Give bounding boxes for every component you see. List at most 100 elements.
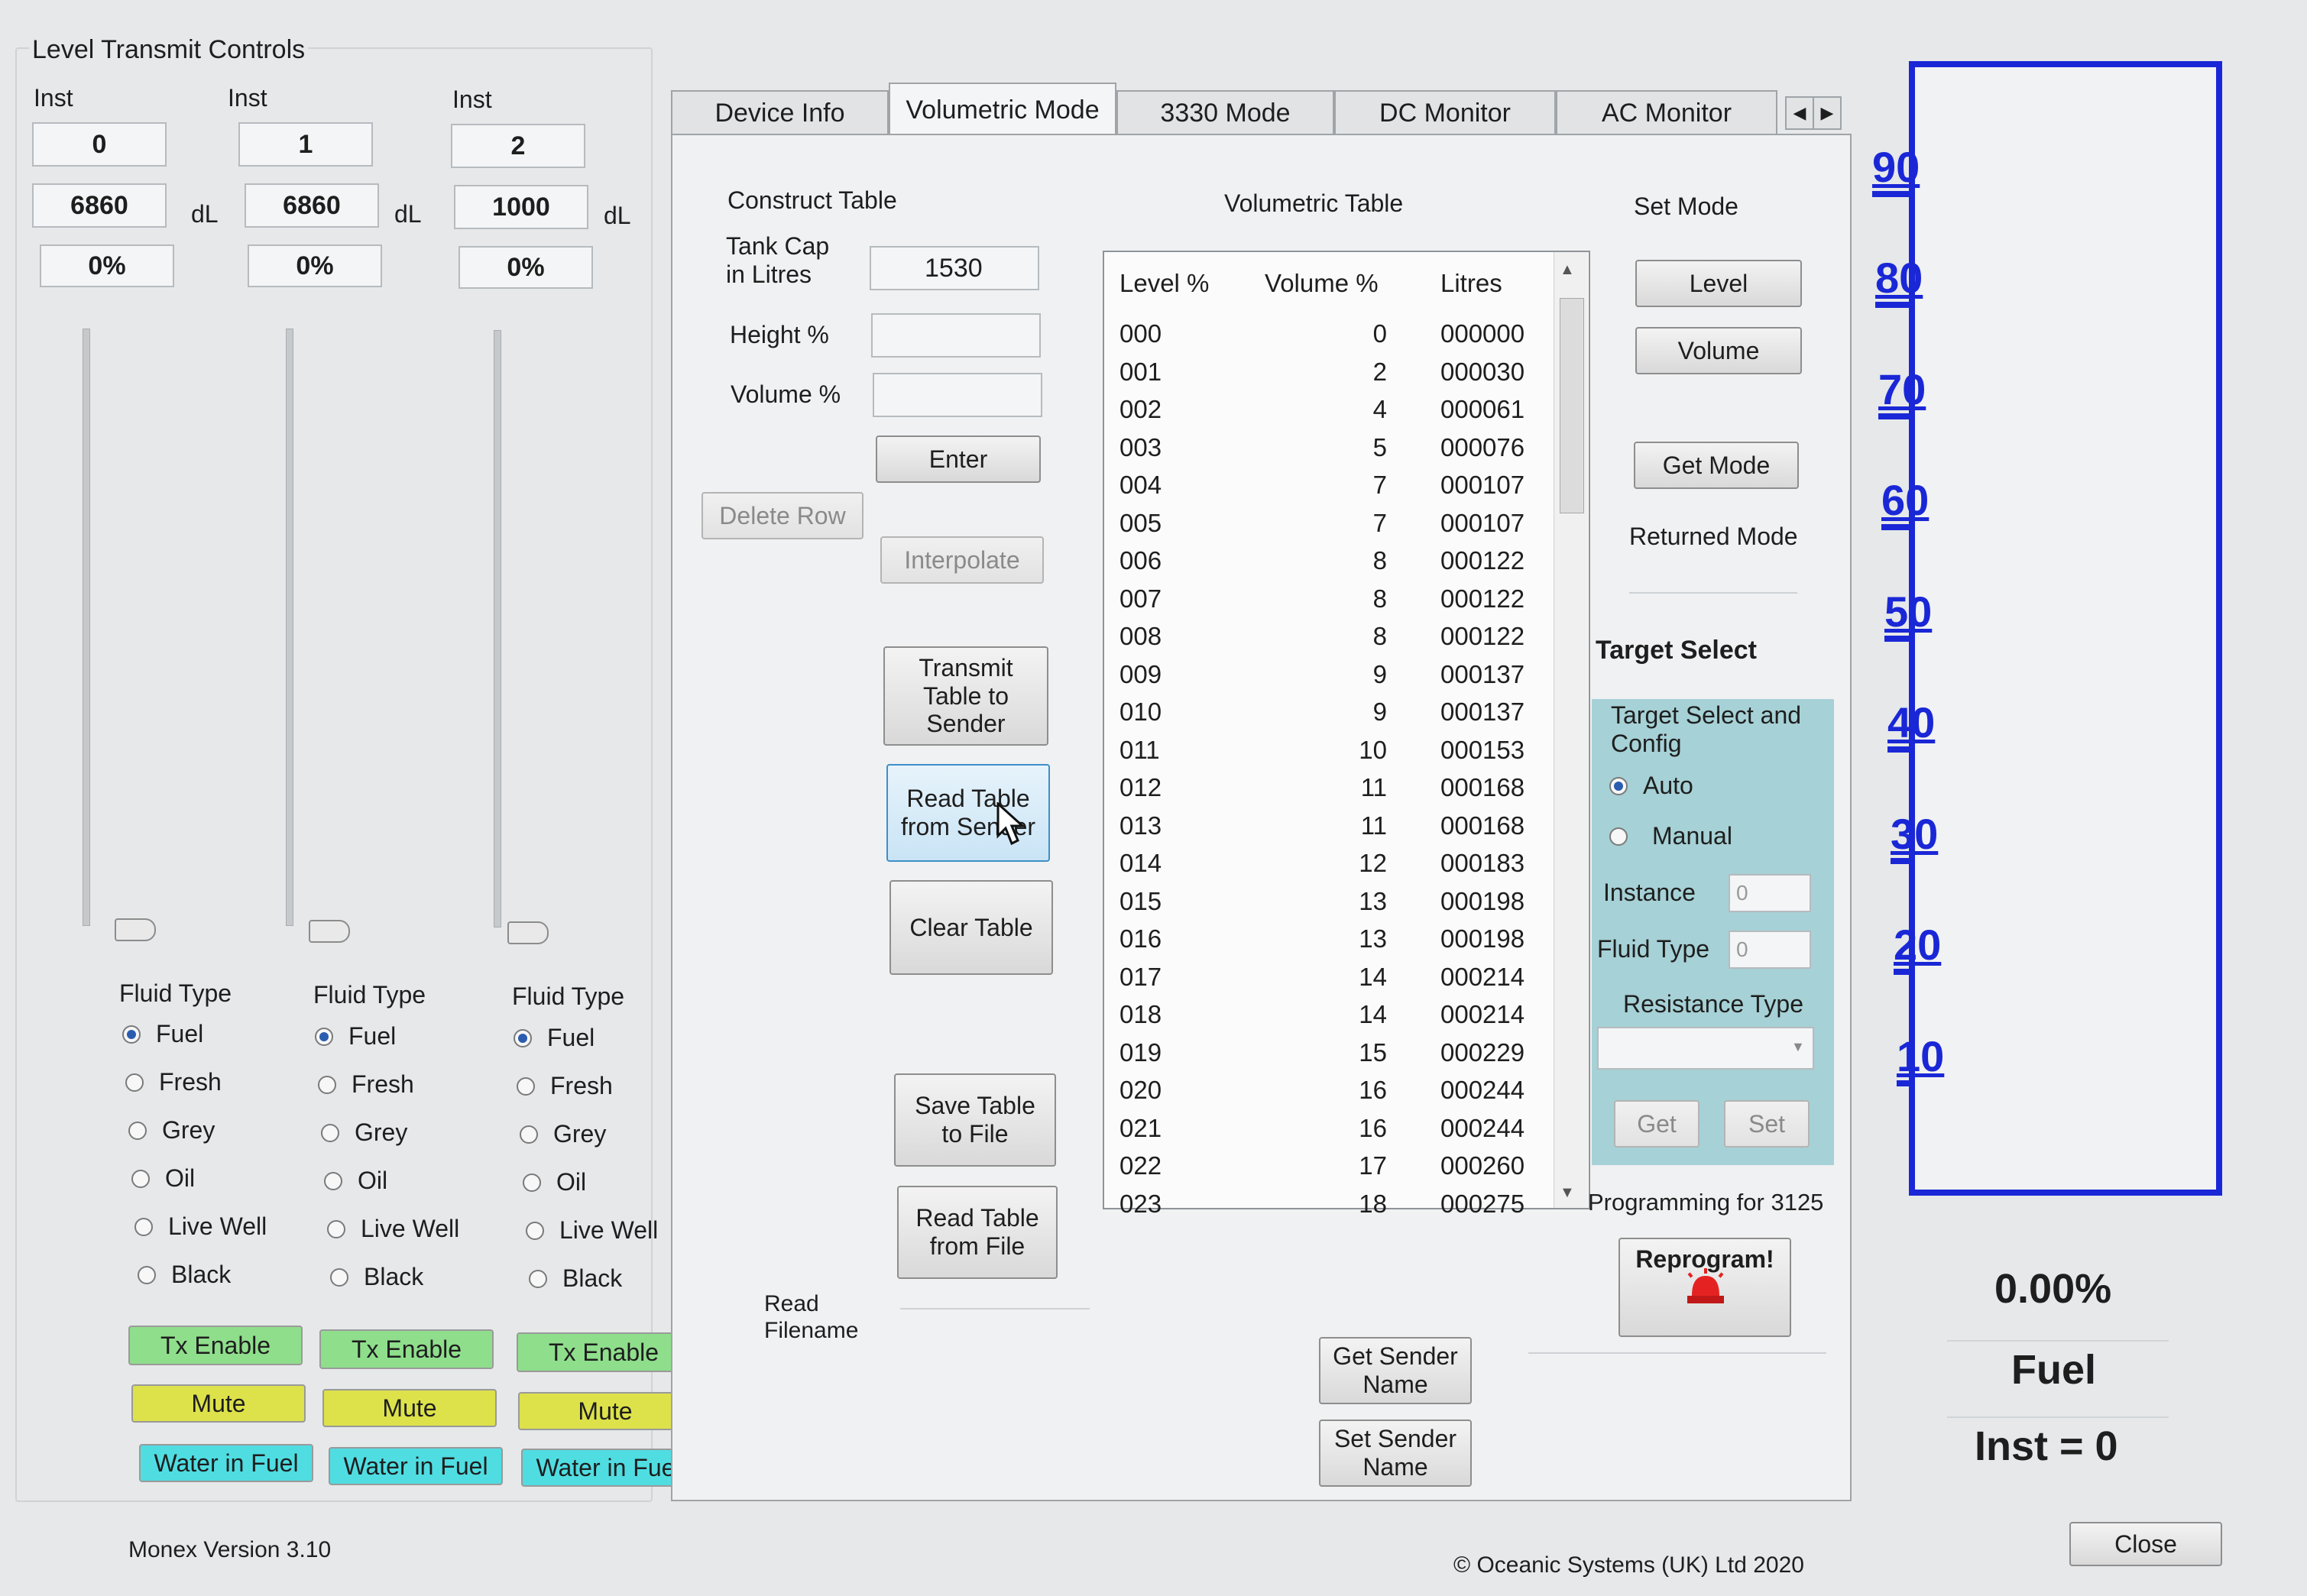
table-row[interactable]: 022 17 000260 xyxy=(1119,1151,1547,1189)
clear-table-button[interactable]: Clear Table xyxy=(889,880,1053,975)
transmit-table-button[interactable]: Transmit Table to Sender xyxy=(883,646,1048,746)
read-table-from-file-button[interactable]: Read Table from File xyxy=(897,1186,1058,1279)
table-row[interactable]: 019 15 000229 xyxy=(1119,1038,1547,1076)
tab-device-info[interactable]: Device Info xyxy=(671,90,889,134)
table-row[interactable]: 001 2 000030 xyxy=(1119,358,1547,395)
fluid-radio-2-fuel[interactable]: Fuel xyxy=(514,1024,595,1052)
mute-button-1[interactable]: Mute xyxy=(322,1389,497,1427)
radio-dot[interactable] xyxy=(125,1073,144,1092)
radio-dot[interactable] xyxy=(529,1269,547,1288)
water-in-fuel-button-0[interactable]: Water in Fuel xyxy=(139,1444,313,1482)
table-row[interactable]: 004 7 000107 xyxy=(1119,471,1547,508)
table-row[interactable]: 013 11 000168 xyxy=(1119,811,1547,849)
fluid-radio-0-live-well[interactable]: Live Well xyxy=(134,1212,267,1241)
fluid-radio-0-grey[interactable]: Grey xyxy=(128,1116,215,1144)
table-row[interactable]: 021 16 000244 xyxy=(1119,1114,1547,1151)
table-row[interactable]: 009 9 000137 xyxy=(1119,660,1547,698)
tank-cap-input[interactable]: 1530 xyxy=(870,246,1039,290)
level-slider-thumb-0[interactable] xyxy=(115,918,156,941)
radio-dot[interactable] xyxy=(327,1219,345,1238)
fluid-type-stepper[interactable]: 0 xyxy=(1729,931,1811,969)
close-button[interactable]: Close xyxy=(2069,1522,2222,1566)
tab-volumetric-mode[interactable]: Volumetric Mode xyxy=(889,83,1116,136)
save-table-to-file-button[interactable]: Save Table to File xyxy=(894,1073,1056,1167)
tab-dc-monitor[interactable]: DC Monitor xyxy=(1334,90,1556,134)
level-mode-button[interactable]: Level xyxy=(1635,260,1802,307)
water-in-fuel-button-1[interactable]: Water in Fuel xyxy=(329,1447,503,1485)
fluid-radio-0-fresh[interactable]: Fresh xyxy=(125,1068,222,1096)
radio-dot[interactable] xyxy=(128,1121,147,1140)
scroll-down-icon[interactable]: ▼ xyxy=(1560,1184,1575,1202)
table-row[interactable]: 014 12 000183 xyxy=(1119,849,1547,886)
radio-dot[interactable] xyxy=(138,1265,156,1284)
tx-enable-button-2[interactable]: Tx Enable xyxy=(517,1332,691,1372)
manual-radio-dot[interactable] xyxy=(1609,827,1628,846)
fluid-radio-1-fuel[interactable]: Fuel xyxy=(315,1022,396,1051)
table-row[interactable]: 016 13 000198 xyxy=(1119,924,1547,962)
scrollbar-thumb[interactable] xyxy=(1560,298,1584,513)
auto-radio[interactable]: Auto xyxy=(1609,772,1693,800)
level-slider-track-1[interactable] xyxy=(286,329,293,926)
radio-dot[interactable] xyxy=(526,1221,544,1240)
get-mode-button[interactable]: Get Mode xyxy=(1634,442,1799,489)
table-row[interactable]: 023 18 000275 xyxy=(1119,1190,1547,1227)
radio-dot[interactable] xyxy=(134,1217,153,1236)
fluid-radio-2-live-well[interactable]: Live Well xyxy=(526,1216,658,1245)
level-slider-thumb-1[interactable] xyxy=(309,920,350,943)
set-sender-name-button[interactable]: Set Sender Name xyxy=(1319,1420,1472,1487)
height-input[interactable] xyxy=(871,313,1041,358)
fluid-radio-2-black[interactable]: Black xyxy=(529,1264,622,1293)
fluid-radio-2-fresh[interactable]: Fresh xyxy=(517,1072,613,1100)
radio-dot[interactable] xyxy=(122,1025,141,1044)
table-row[interactable]: 003 5 000076 xyxy=(1119,433,1547,471)
radio-dot[interactable] xyxy=(131,1169,150,1188)
auto-radio-dot[interactable] xyxy=(1609,776,1628,795)
target-set-button[interactable]: Set xyxy=(1724,1100,1810,1148)
volume-mode-button[interactable]: Volume xyxy=(1635,327,1802,374)
radio-dot[interactable] xyxy=(330,1267,348,1287)
table-row[interactable]: 002 4 000061 xyxy=(1119,395,1547,432)
radio-dot[interactable] xyxy=(324,1171,342,1190)
delete-row-button[interactable]: Delete Row xyxy=(701,492,864,539)
tx-enable-button-0[interactable]: Tx Enable xyxy=(128,1326,303,1365)
manual-radio[interactable]: Manual xyxy=(1609,822,1732,850)
instance-stepper[interactable]: 0 xyxy=(1729,874,1811,912)
radio-dot[interactable] xyxy=(321,1123,339,1142)
table-row[interactable]: 008 8 000122 xyxy=(1119,622,1547,659)
fluid-radio-1-oil[interactable]: Oil xyxy=(324,1167,387,1195)
table-row[interactable]: 015 13 000198 xyxy=(1119,887,1547,924)
tab-ac-monitor[interactable]: AC Monitor xyxy=(1556,90,1777,134)
radio-dot[interactable] xyxy=(514,1028,532,1047)
water-in-fuel-button-2[interactable]: Water in Fuel xyxy=(521,1449,695,1487)
table-row[interactable]: 011 10 000153 xyxy=(1119,736,1547,773)
mute-button-2[interactable]: Mute xyxy=(518,1392,692,1430)
table-row[interactable]: 018 14 000214 xyxy=(1119,1000,1547,1038)
chevron-down-icon[interactable]: ▼ xyxy=(1791,1039,1805,1055)
radio-dot[interactable] xyxy=(315,1027,333,1046)
table-row[interactable]: 005 7 000107 xyxy=(1119,509,1547,546)
fluid-radio-1-black[interactable]: Black xyxy=(330,1263,423,1291)
fluid-radio-1-fresh[interactable]: Fresh xyxy=(318,1070,414,1099)
table-row[interactable]: 010 9 000137 xyxy=(1119,698,1547,735)
volumetric-table[interactable]: Level % Volume % Litres 000 0 000000 001 2 00… xyxy=(1103,251,1590,1218)
interpolate-button[interactable]: Interpolate xyxy=(880,536,1044,584)
target-get-button[interactable]: Get xyxy=(1614,1100,1699,1148)
scroll-up-icon[interactable]: ▲ xyxy=(1560,261,1575,279)
fluid-radio-0-oil[interactable]: Oil xyxy=(131,1164,195,1193)
volume-input[interactable] xyxy=(873,373,1042,417)
tx-enable-button-1[interactable]: Tx Enable xyxy=(319,1329,494,1369)
tab-scroll-right-icon[interactable]: ▶ xyxy=(1813,96,1842,130)
get-sender-name-button[interactable]: Get Sender Name xyxy=(1319,1337,1472,1404)
level-slider-track-0[interactable] xyxy=(83,329,90,926)
fluid-radio-0-black[interactable]: Black xyxy=(138,1261,231,1289)
table-row[interactable]: 020 16 000244 xyxy=(1119,1076,1547,1113)
level-slider-thumb-2[interactable] xyxy=(507,921,549,944)
level-slider-track-2[interactable] xyxy=(494,330,501,927)
enter-button[interactable]: Enter xyxy=(876,435,1041,483)
table-row[interactable]: 017 14 000214 xyxy=(1119,963,1547,1000)
fluid-radio-0-fuel[interactable]: Fuel xyxy=(122,1020,203,1048)
radio-dot[interactable] xyxy=(318,1075,336,1094)
fluid-radio-2-oil[interactable]: Oil xyxy=(523,1168,586,1196)
fluid-radio-1-grey[interactable]: Grey xyxy=(321,1118,407,1147)
tab-scroll-left-icon[interactable]: ◀ xyxy=(1785,96,1814,130)
